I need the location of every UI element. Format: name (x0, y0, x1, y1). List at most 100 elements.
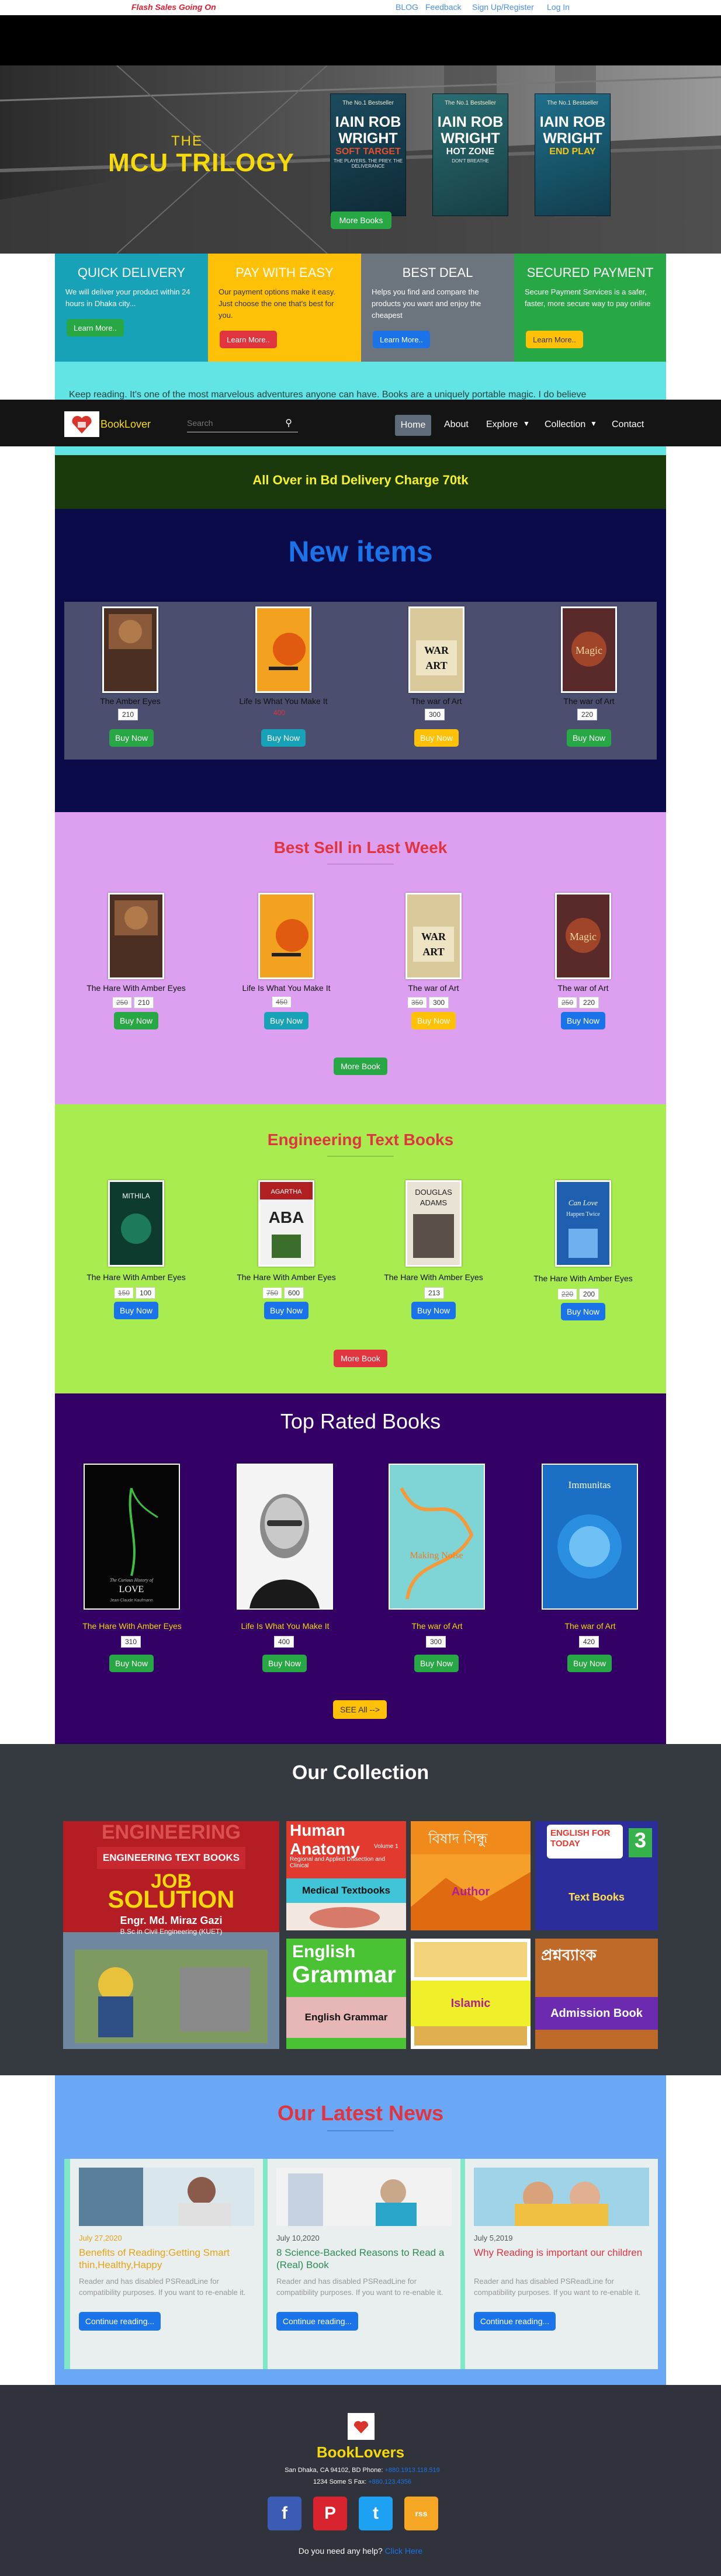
buy-now-button[interactable]: Buy Now (114, 1302, 158, 1319)
book-name[interactable]: The war of Art (367, 1621, 507, 1631)
buy-now-button[interactable]: Buy Now (264, 1012, 308, 1029)
buy-now-button[interactable]: Buy Now (567, 1655, 612, 1672)
chevron-down-icon[interactable]: ▼ (590, 419, 597, 428)
news-headline[interactable]: 8 Science-Backed Reasons to Read a (Real… (276, 2246, 452, 2271)
twitter-icon[interactable]: t (359, 2497, 393, 2530)
search-field[interactable]: ⚲ (187, 415, 298, 432)
buy-now-button[interactable]: Buy Now (261, 729, 306, 747)
hero-book-hot-zone[interactable]: The No.1 Bestseller IAIN ROB WRIGHT HOT … (432, 93, 508, 216)
hero-book-soft-target[interactable]: The No.1 Bestseller IAIN ROB WRIGHT SOFT… (330, 93, 406, 216)
buy-now-button[interactable]: Buy Now (414, 729, 459, 747)
book-cover-war-of-art[interactable]: WAR ART (405, 893, 462, 979)
book-name[interactable]: The Hare With Amber Eyes (66, 1273, 206, 1282)
buy-now-button[interactable]: Buy Now (109, 1655, 154, 1672)
book-cover-making-noise[interactable]: Making Noise (389, 1464, 485, 1610)
collection-author[interactable]: বিষাদ সিন্ধু Author (411, 1821, 531, 1930)
book-cover-can-love[interactable]: Can Love Happen Twice (555, 1180, 611, 1267)
news-card[interactable]: July 5,2019 Why Reading is important our… (465, 2159, 658, 2369)
buy-now-button[interactable]: Buy Now (561, 1303, 605, 1320)
news-card[interactable]: July 10,2020 8 Science-Backed Reasons to… (268, 2159, 460, 2369)
nav-contact[interactable]: Contact (612, 419, 644, 430)
book-name[interactable]: The Hare With Amber Eyes (513, 1274, 653, 1283)
learn-more-button[interactable]: Learn More.. (220, 331, 277, 348)
buy-now-button[interactable]: Buy Now (414, 1655, 459, 1672)
feedback-link[interactable]: Feedback (425, 2, 461, 12)
blog-link[interactable]: BLOG (396, 2, 418, 12)
hero-book-end-play[interactable]: The No.1 Bestseller IAIN ROB WRIGHT END … (535, 93, 611, 216)
more-book-button[interactable]: More Book (334, 1058, 387, 1075)
collection-english-grammar[interactable]: English Grammar English Grammar (286, 1939, 406, 2049)
book-cover-magic[interactable]: Magic (561, 606, 617, 693)
buy-now-button[interactable]: Buy Now (567, 729, 611, 747)
help-link[interactable]: Click Here (385, 2546, 423, 2556)
collection-medical[interactable]: Human Anatomy Volume 1 Regional and Appl… (286, 1821, 406, 1930)
collection-islamic[interactable]: Islamic (411, 1939, 531, 2049)
register-link[interactable]: Sign Up/Register (472, 2, 534, 12)
buy-now-button[interactable]: Buy Now (411, 1012, 456, 1029)
search-input[interactable] (187, 415, 275, 431)
book-name[interactable]: The war of Art (366, 696, 507, 706)
book-name[interactable]: The Hare With Amber Eyes (216, 1273, 356, 1282)
more-books-button[interactable]: More Books (331, 212, 391, 229)
learn-more-button[interactable]: Learn More.. (67, 319, 124, 337)
news-headline[interactable]: Benefits of Reading:Getting Smart thin,H… (79, 2246, 254, 2271)
buy-now-button[interactable]: Buy Now (114, 1012, 158, 1029)
book-name[interactable]: Life Is What You Make It (213, 696, 353, 706)
book-cover-amber-eyes[interactable] (102, 606, 158, 693)
phone-link[interactable]: +880.1913.118.519 (384, 2467, 439, 2474)
collection-engineering[interactable]: ENGINEERING JOB SOLUTION Engr. Md. Miraz… (63, 1821, 279, 2049)
nav-explore[interactable]: Explore (486, 419, 518, 430)
book-cover-history-of-love[interactable]: The Curious History of LOVE Jean-Claude Ka… (84, 1464, 180, 1610)
rss-icon[interactable]: rss (404, 2497, 438, 2530)
collection-text-books[interactable]: ENGLISH FOR TODAY 3 Text Books (535, 1821, 658, 1930)
nav-home[interactable]: Home (395, 415, 431, 436)
continue-reading-button[interactable]: Continue reading... (79, 2312, 161, 2331)
learn-more-button[interactable]: Learn More.. (373, 331, 430, 348)
book-name[interactable]: The Hare With Amber Eyes (66, 983, 206, 993)
pinterest-icon[interactable]: P (313, 2497, 347, 2530)
book-cover-aba[interactable]: AGARTHA ABA (258, 1180, 314, 1267)
facebook-icon[interactable]: f (268, 2497, 301, 2530)
book-cover-magic[interactable]: Magic (555, 893, 611, 979)
brand-logo[interactable] (64, 411, 99, 437)
buy-now-button[interactable]: Buy Now (561, 1012, 605, 1029)
nav-collection[interactable]: Collection (545, 419, 585, 430)
fax-link[interactable]: +880.123.4356 (368, 2478, 411, 2485)
buy-now-button[interactable]: Buy Now (264, 1302, 308, 1319)
book-name[interactable]: Life Is What You Make It (215, 1621, 355, 1631)
book-name[interactable]: The Amber Eyes (60, 696, 200, 706)
book-name[interactable]: Life Is What You Make It (216, 983, 356, 993)
book-cover-war-of-art[interactable]: WAR ART (408, 606, 465, 693)
book-cover-douglas-adams[interactable]: DOUGLAS ADAMS (405, 1180, 462, 1267)
book-cover-mithila[interactable]: MITHILA (108, 1180, 164, 1267)
book-cover-life-is-what[interactable] (255, 606, 311, 693)
book-cover-portrait[interactable] (237, 1464, 333, 1610)
login-link[interactable]: Log In (547, 2, 570, 12)
flash-sale-text[interactable]: Flash Sales Going On (131, 2, 216, 12)
chevron-down-icon[interactable]: ▼ (523, 419, 530, 428)
more-book-button[interactable]: More Book (334, 1350, 387, 1367)
continue-reading-button[interactable]: Continue reading... (276, 2312, 358, 2331)
see-all-button[interactable]: SEE All --> (333, 1700, 387, 1719)
book-cover-amber-eyes[interactable] (108, 893, 164, 979)
book-name[interactable]: The war of Art (363, 983, 504, 993)
collection-admission[interactable]: প্রশ্নব্যাংক Admission Book (535, 1939, 658, 2049)
buy-now-button[interactable]: Buy Now (411, 1302, 456, 1319)
book-name[interactable]: The Hare With Amber Eyes (363, 1273, 504, 1282)
book-name[interactable]: The war of Art (519, 696, 659, 706)
book-cover-immunitas[interactable]: Immunitas (542, 1464, 638, 1610)
continue-reading-button[interactable]: Continue reading... (474, 2312, 556, 2331)
book-name[interactable]: The war of Art (513, 983, 653, 993)
search-icon[interactable]: ⚲ (285, 417, 292, 429)
news-card[interactable]: July 27,2020 Benefits of Reading:Getting… (70, 2159, 263, 2369)
news-headline[interactable]: Why Reading is important our children (474, 2246, 649, 2259)
book-name[interactable]: The Hare With Amber Eyes (62, 1621, 202, 1631)
book-name[interactable]: The war of Art (520, 1621, 660, 1631)
buy-now-button[interactable]: Buy Now (262, 1655, 307, 1672)
learn-more-button[interactable]: Learn More.. (526, 331, 583, 348)
book-cover-life-is-what[interactable] (258, 893, 314, 979)
buy-now-button[interactable]: Buy Now (109, 729, 154, 747)
nav-about[interactable]: About (444, 419, 469, 430)
brand-name[interactable]: BookLover (100, 418, 151, 431)
footer-logo[interactable] (348, 2413, 375, 2440)
